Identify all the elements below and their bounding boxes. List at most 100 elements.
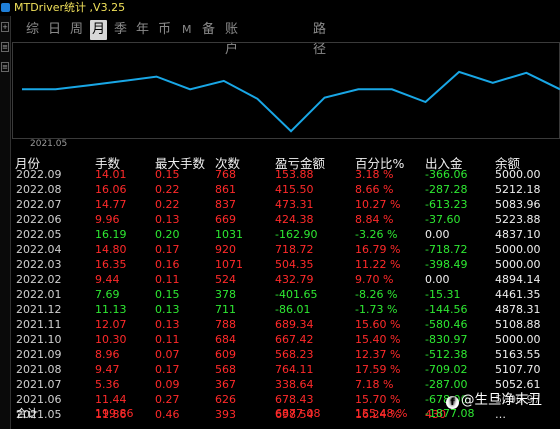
cell-percent: 17.59 % (355, 363, 401, 376)
cell-max-lots: 0.16 (155, 258, 180, 271)
tab-year[interactable]: 年 (136, 20, 149, 40)
cell-lots: 16.19 (95, 228, 127, 241)
cell-flow: -398.49 (425, 258, 468, 271)
table-row: 2022.08 16.06 0.22 861 415.50 8.66 % -287.28 52… (12, 183, 560, 197)
cell-lots: 14.80 (95, 243, 127, 256)
cell-lots: 14.01 (95, 168, 127, 181)
cell-pnl: 432.79 (275, 273, 314, 286)
table-row: 2022.09 14.01 0.15 768 153.88 3.18 % -366.06 50… (12, 168, 560, 182)
table-row: 2022.06 9.96 0.13 669 424.38 8.84 % -37.60 5223… (12, 213, 560, 227)
cell-lots: 5.36 (95, 378, 120, 391)
cell-month: 2021.12 (16, 303, 62, 316)
table-row: 2021.12 11.13 0.13 711 -86.01 -1.73 % -144.56 4… (12, 303, 560, 317)
table-row: 2022.03 16.35 0.16 1071 504.35 11.22 % -398.49… (12, 258, 560, 272)
cell-balance: 5223.88 (495, 213, 541, 226)
cell-month: 2022.05 (16, 228, 62, 241)
cell-max-lots: 0.15 (155, 288, 180, 301)
cell-lots: 9.47 (95, 363, 120, 376)
cell-flow: -709.02 (425, 363, 468, 376)
toolbar-list-icon[interactable]: ≡ (1, 62, 9, 72)
cell-balance: 5000.00 (495, 243, 541, 256)
total-flow: -1877.08 (425, 407, 475, 420)
table-row: 2021.08 9.47 0.17 568 764.11 17.59 % -709.02 51… (12, 363, 560, 377)
cell-percent: 9.70 % (355, 273, 394, 286)
cell-balance: 5107.70 (495, 363, 541, 376)
cell-balance: 4878.31 (495, 303, 541, 316)
cell-balance: 5163.55 (495, 348, 541, 361)
total-lots: 199.86 (95, 407, 134, 420)
cell-month: 2021.09 (16, 348, 62, 361)
cell-balance: 5108.88 (495, 318, 541, 331)
cell-pnl: 473.31 (275, 198, 314, 211)
cell-max-lots: 0.17 (155, 243, 180, 256)
cell-max-lots: 0.11 (155, 333, 180, 346)
watermark: f @生旦净末丑 (446, 388, 558, 409)
cell-pnl: -86.01 (275, 303, 311, 316)
cell-count: 768 (215, 168, 236, 181)
table-row: 2021.11 12.07 0.13 788 689.34 15.60 % -580.46 5… (12, 318, 560, 332)
cell-count: 626 (215, 393, 236, 406)
cell-flow: -287.28 (425, 183, 468, 196)
watermark-text: @生旦净末丑 (461, 392, 542, 408)
tab-month[interactable]: 月 (90, 20, 108, 40)
cell-pnl: 338.64 (275, 378, 314, 391)
table-row: 2021.10 10.30 0.11 684 667.42 15.40 % -830.97 5… (12, 333, 560, 347)
app-title-bar: MTDriver统计 ,V3.25 (0, 0, 125, 16)
cell-lots: 8.96 (95, 348, 120, 361)
total-row: 合计 199.86 6877.08 155.48 % -1877.08 (12, 407, 560, 421)
tab-m[interactable]: M (182, 20, 192, 40)
tab-quarter[interactable]: 季 (114, 20, 127, 40)
cell-count: 669 (215, 213, 236, 226)
cell-lots: 16.06 (95, 183, 127, 196)
cell-percent: 8.66 % (355, 183, 394, 196)
cell-flow: -144.56 (425, 303, 468, 316)
cell-max-lots: 0.11 (155, 273, 180, 286)
cell-count: 684 (215, 333, 236, 346)
cell-count: 1031 (215, 228, 243, 241)
cell-lots: 14.77 (95, 198, 127, 211)
tab-week[interactable]: 周 (70, 20, 83, 40)
cell-balance: 4461.35 (495, 288, 541, 301)
cell-percent: 8.84 % (355, 213, 394, 226)
cell-pnl: 667.42 (275, 333, 314, 346)
cell-pnl: -401.65 (275, 288, 318, 301)
tab-summary[interactable]: 综 (26, 20, 39, 40)
cell-max-lots: 0.13 (155, 303, 180, 316)
cell-max-lots: 0.09 (155, 378, 180, 391)
cell-count: 367 (215, 378, 236, 391)
cell-max-lots: 0.22 (155, 198, 180, 211)
tab-currency[interactable]: 币 (158, 20, 171, 40)
weibo-logo-icon: f (446, 396, 459, 409)
cell-pnl: 718.72 (275, 243, 314, 256)
cell-count: 788 (215, 318, 236, 331)
cell-flow: -718.72 (425, 243, 468, 256)
total-pnl: 6877.08 (275, 407, 321, 420)
table-row: 2022.05 16.19 0.20 1031 -162.90 -3.26 % 0.00 48… (12, 228, 560, 242)
cell-percent: 3.18 % (355, 168, 394, 181)
cell-month: 2022.07 (16, 198, 62, 211)
cell-max-lots: 0.17 (155, 363, 180, 376)
cell-balance: 5000.00 (495, 168, 541, 181)
cell-month: 2022.04 (16, 243, 62, 256)
cell-lots: 12.07 (95, 318, 127, 331)
table-row: 2021.09 8.96 0.07 609 568.23 12.37 % -512.38 51… (12, 348, 560, 362)
cell-percent: 10.27 % (355, 198, 401, 211)
cell-pnl: 689.34 (275, 318, 314, 331)
cell-percent: 15.40 % (355, 333, 401, 346)
cell-percent: -3.26 % (355, 228, 398, 241)
cell-balance: 5000.00 (495, 258, 541, 271)
cell-pnl: 424.38 (275, 213, 314, 226)
cell-pnl: 764.11 (275, 363, 314, 376)
cell-month: 2021.06 (16, 393, 62, 406)
toolbar-toggle-icon[interactable]: + (1, 22, 9, 32)
cell-flow: -366.06 (425, 168, 468, 181)
cell-flow: -37.60 (425, 213, 461, 226)
toolbar-list-icon[interactable]: ≡ (1, 42, 9, 52)
cell-lots: 11.13 (95, 303, 127, 316)
cell-flow: 0.00 (425, 228, 450, 241)
chart-x-tick-label: 2021.05 (30, 139, 68, 149)
chart-frame (12, 42, 560, 139)
tab-notes[interactable]: 备 (202, 20, 215, 40)
balance-line (22, 70, 560, 133)
tab-day[interactable]: 日 (48, 20, 61, 40)
